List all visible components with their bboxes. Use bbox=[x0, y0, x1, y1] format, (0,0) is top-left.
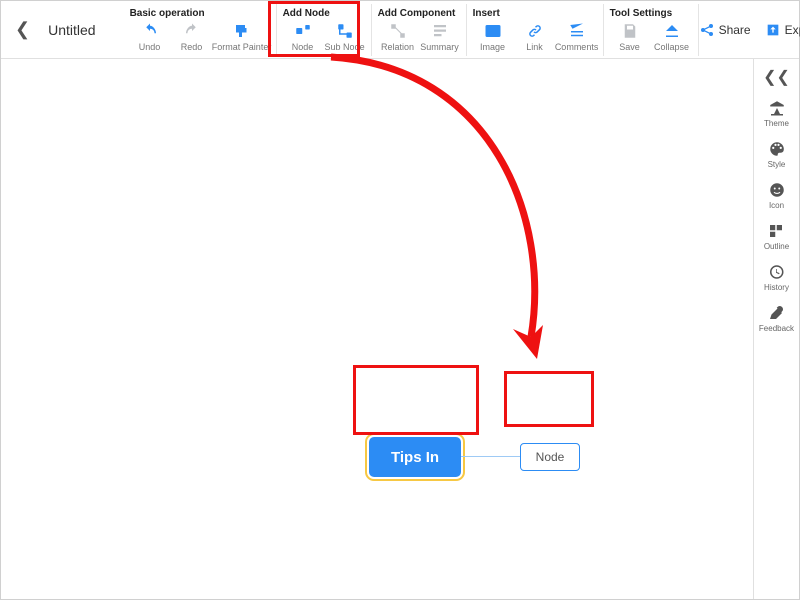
undo-icon bbox=[141, 22, 159, 40]
panel-outline[interactable]: Outline bbox=[764, 222, 789, 251]
share-button[interactable]: Share bbox=[699, 22, 751, 38]
undo-label: Undo bbox=[139, 42, 161, 52]
icon-label: Icon bbox=[769, 201, 784, 210]
undo-button[interactable]: Undo bbox=[130, 22, 170, 52]
summary-label: Summary bbox=[420, 42, 459, 52]
group-add-component: Add Component Relation Summary bbox=[372, 4, 467, 56]
link-icon bbox=[526, 22, 544, 40]
format-painter-icon bbox=[233, 22, 251, 40]
style-label: Style bbox=[768, 160, 786, 169]
group-label: Basic operation bbox=[130, 8, 270, 19]
relation-button[interactable]: Relation bbox=[378, 22, 418, 52]
feedback-icon bbox=[767, 304, 785, 322]
theme-icon bbox=[768, 99, 786, 117]
group-label: Tool Settings bbox=[610, 8, 692, 19]
export-icon bbox=[765, 22, 781, 38]
collapse-label: Collapse bbox=[654, 42, 689, 52]
save-icon bbox=[621, 22, 639, 40]
image-label: Image bbox=[480, 42, 505, 52]
link-label: Link bbox=[526, 42, 543, 52]
collapse-icon bbox=[663, 22, 681, 40]
insert-image-button[interactable]: Image bbox=[473, 22, 513, 52]
share-icon bbox=[699, 22, 715, 38]
redo-label: Redo bbox=[181, 42, 203, 52]
back-button[interactable]: ❮ bbox=[15, 19, 30, 40]
relation-label: Relation bbox=[381, 42, 414, 52]
insert-comments-button[interactable]: Comments bbox=[557, 22, 597, 52]
share-label: Share bbox=[719, 23, 751, 37]
panel-theme[interactable]: Theme bbox=[764, 99, 789, 128]
comments-icon bbox=[568, 22, 586, 40]
format-painter-button[interactable]: Format Painter bbox=[214, 22, 270, 52]
redo-icon bbox=[183, 22, 201, 40]
outline-icon bbox=[767, 222, 785, 240]
style-icon bbox=[768, 140, 786, 158]
collapse-button[interactable]: Collapse bbox=[652, 22, 692, 52]
summary-button[interactable]: Summary bbox=[420, 22, 460, 52]
feedback-label: Feedback bbox=[759, 324, 794, 333]
image-icon bbox=[484, 22, 502, 40]
format-painter-label: Format Painter bbox=[212, 42, 272, 52]
annotation-highlight bbox=[504, 371, 594, 427]
export-label: Export bbox=[785, 23, 800, 37]
mindmap-child-node[interactable]: Node bbox=[520, 443, 580, 471]
save-button[interactable]: Save bbox=[610, 22, 650, 52]
panel-history[interactable]: History bbox=[764, 263, 789, 292]
node-connector bbox=[461, 456, 520, 457]
app-frame: ❮ Untitled Basic operation Undo Redo For… bbox=[0, 0, 800, 600]
panel-collapse-button[interactable]: ❮❮ bbox=[763, 67, 790, 87]
theme-label: Theme bbox=[764, 119, 789, 128]
canvas[interactable]: Tips In Node bbox=[1, 59, 753, 599]
group-basic-operation: Basic operation Undo Redo Format Painter bbox=[124, 4, 277, 56]
annotation-highlight bbox=[353, 365, 479, 435]
relation-icon bbox=[389, 22, 407, 40]
panel-style[interactable]: Style bbox=[768, 140, 786, 169]
comments-label: Comments bbox=[555, 42, 599, 52]
panel-icon[interactable]: Icon bbox=[768, 181, 786, 210]
panel-feedback[interactable]: Feedback bbox=[759, 304, 794, 333]
export-button[interactable]: Export bbox=[765, 22, 800, 38]
group-label: Insert bbox=[473, 8, 597, 19]
insert-link-button[interactable]: Link bbox=[515, 22, 555, 52]
side-panel: ❮❮ Theme Style Icon Outline History Feed… bbox=[753, 59, 799, 599]
save-label: Save bbox=[619, 42, 640, 52]
toolbar: ❮ Untitled Basic operation Undo Redo For… bbox=[1, 1, 799, 59]
toolbar-right: Share Export bbox=[699, 22, 800, 38]
history-icon bbox=[767, 263, 785, 281]
summary-icon bbox=[431, 22, 449, 40]
redo-button[interactable]: Redo bbox=[172, 22, 212, 52]
document-title[interactable]: Untitled bbox=[48, 22, 95, 38]
mindmap-root-node[interactable]: Tips In bbox=[369, 437, 461, 477]
group-tool-settings: Tool Settings Save Collapse bbox=[604, 4, 699, 56]
outline-label: Outline bbox=[764, 242, 789, 251]
annotation-highlight bbox=[268, 1, 360, 57]
group-label: Add Component bbox=[378, 8, 460, 19]
group-insert: Insert Image Link Comments bbox=[467, 4, 604, 56]
history-label: History bbox=[764, 283, 789, 292]
icon-icon bbox=[768, 181, 786, 199]
